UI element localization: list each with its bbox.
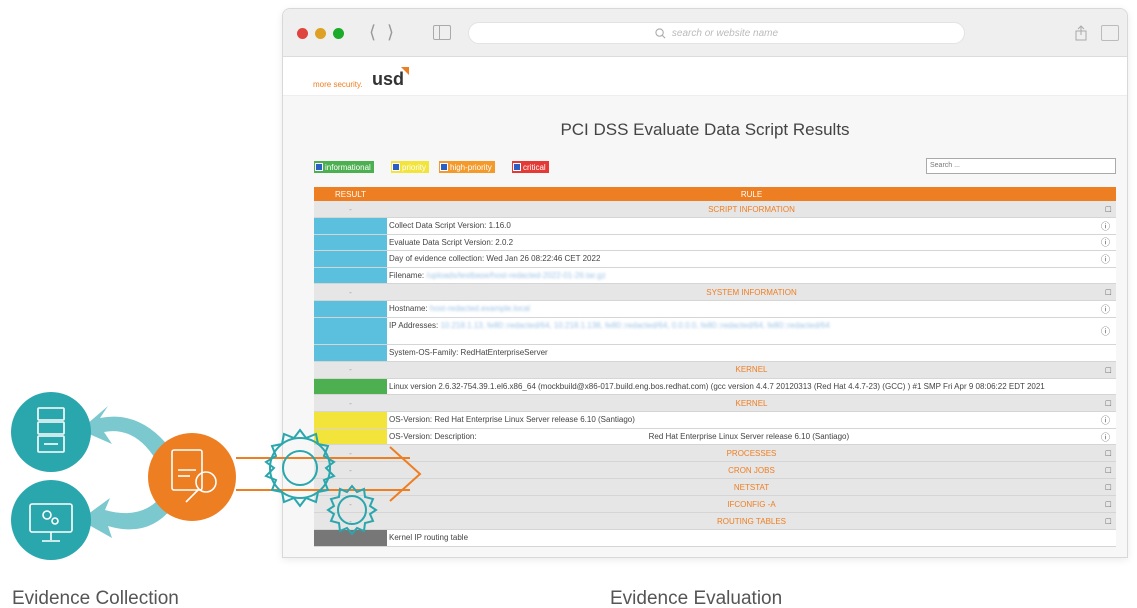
- workflow-diagram: [11, 392, 422, 560]
- chat-icon[interactable]: □: [1106, 499, 1111, 509]
- filter-3[interactable]: critical: [512, 161, 549, 173]
- section-title: NETSTAT: [733, 482, 770, 492]
- rule-cell: Linux version 2.6.32-754.39.1.el6.x86_64…: [387, 379, 1116, 395]
- rule-cell: Kernel IP routing table: [387, 530, 1116, 546]
- chat-icon[interactable]: □: [1106, 204, 1111, 214]
- share-icon[interactable]: [1073, 25, 1091, 41]
- address-placeholder: search or website name: [671, 27, 779, 39]
- server-circle: [11, 392, 91, 472]
- info-icon[interactable]: ⓘ: [1101, 430, 1110, 443]
- info-icon[interactable]: ⓘ: [1101, 324, 1110, 337]
- info-icon[interactable]: ⓘ: [1101, 219, 1110, 232]
- info-icon[interactable]: ⓘ: [1101, 252, 1110, 265]
- gear-small-icon: [326, 484, 378, 536]
- section-title: PROCESSES: [726, 448, 777, 458]
- info-icon[interactable]: ⓘ: [1101, 303, 1110, 316]
- column-header-rule[interactable]: RULE: [387, 190, 1116, 199]
- redacted-value: 10.218.1.13, fe80::redacted/64, 10.218.1…: [440, 320, 830, 330]
- gear-icon: [264, 428, 336, 508]
- info-icon[interactable]: ⓘ: [1101, 413, 1110, 426]
- address-bar[interactable]: search or website name: [468, 22, 965, 44]
- info-icon[interactable]: ⓘ: [1101, 236, 1110, 249]
- rule-cell: Hostname: host-redacted.example.local: [387, 301, 1116, 317]
- rule-cell: Day of evidence collection: Wed Jan 26 0…: [387, 251, 1116, 267]
- rule-cell: OS-Version: Description: Red Hat Enterpri…: [387, 429, 1116, 445]
- analysis-circle: [148, 433, 236, 521]
- section-title: ROUTING TABLES: [716, 516, 787, 526]
- section-title: IFCONFIG -A: [727, 499, 776, 509]
- chat-icon[interactable]: □: [1106, 516, 1111, 526]
- rule-text: Linux version 2.6.32-754.39.1.el6.x86_64…: [389, 381, 1045, 391]
- chat-icon[interactable]: □: [1106, 398, 1111, 408]
- section-title: KERNEL: [735, 365, 768, 375]
- chat-icon[interactable]: □: [1106, 365, 1111, 375]
- tabs-icon[interactable]: [1101, 25, 1119, 41]
- section-title: SYSTEM INFORMATION: [706, 287, 797, 297]
- rule-value: Red Hat Enterprise Linux Server release …: [648, 431, 850, 441]
- chat-icon[interactable]: □: [1106, 448, 1111, 458]
- section-title: SCRIPT INFORMATION: [708, 204, 795, 214]
- chat-icon[interactable]: □: [1106, 482, 1111, 492]
- rule-cell: Filename: /uploads/testbase/host-redacte…: [387, 268, 1116, 284]
- caption-evidence-evaluation: Evidence Evaluation: [610, 588, 783, 608]
- monitor-circle: [11, 480, 91, 560]
- section-title: CRON JOBS: [728, 465, 775, 475]
- filter-checkbox[interactable]: [513, 163, 521, 171]
- arrow-head: [389, 446, 422, 502]
- search-icon: [655, 27, 666, 38]
- stage: ⟨ ⟩ search or website name more security…: [0, 0, 1137, 608]
- rule-cell: System-OS-Family: RedHatEnterpriseServer: [387, 345, 1116, 361]
- section-title: KERNEL: [735, 398, 768, 408]
- caption-evidence-collection: Evidence Collection: [12, 588, 179, 608]
- rule-cell: Evaluate Data Script Version: 2.0.2: [387, 235, 1116, 251]
- filter-label: critical: [523, 162, 546, 172]
- chat-icon[interactable]: □: [1106, 287, 1111, 297]
- rule-cell: IP Addresses: 10.218.1.13, fe80::redacte…: [387, 318, 1116, 344]
- rule-cell: OS-Version: Red Hat Enterprise Linux Ser…: [387, 412, 1116, 428]
- search-input[interactable]: Search ...: [926, 158, 1116, 174]
- rule-cell: Collect Data Script Version: 1.16.0: [387, 218, 1116, 234]
- chat-icon[interactable]: □: [1106, 465, 1111, 475]
